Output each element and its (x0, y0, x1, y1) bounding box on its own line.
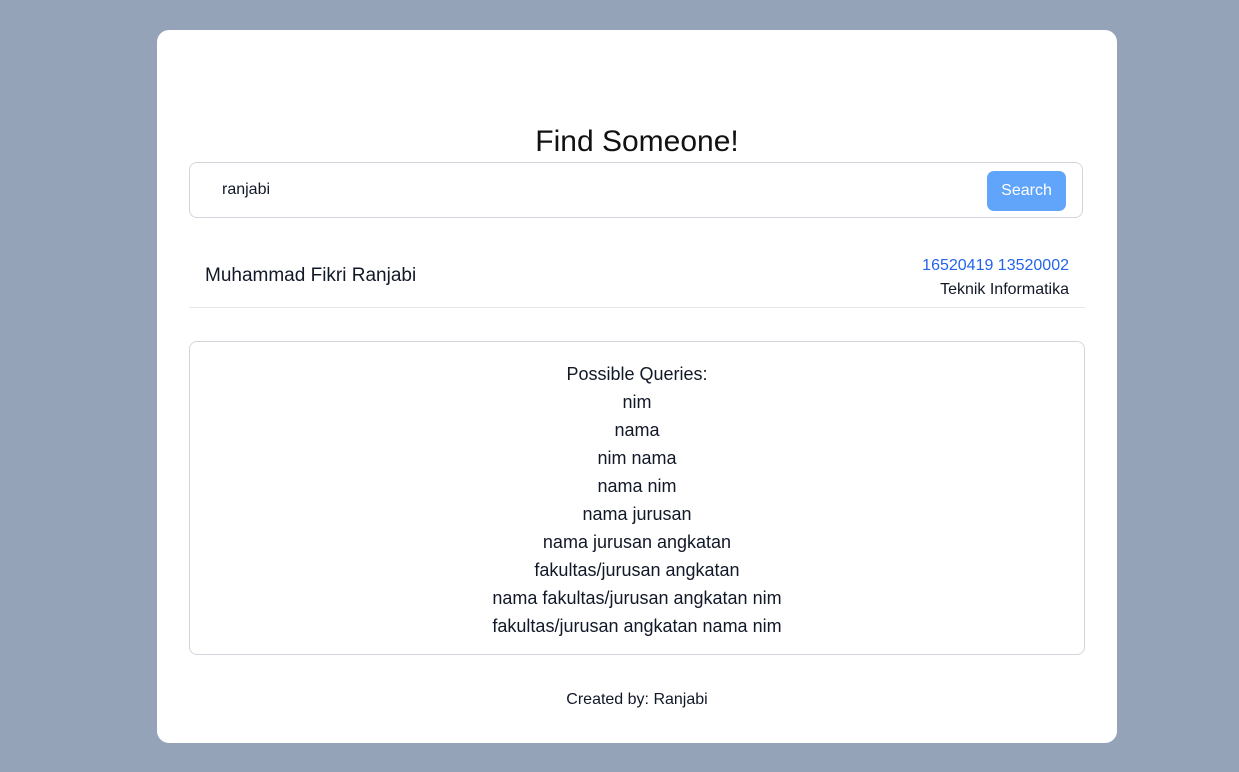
possible-queries-panel: Possible Queries: nim nama nim nama nama… (189, 341, 1085, 655)
query-item: nama jurusan (582, 504, 692, 524)
main-card: Find Someone! Search Muhammad Fikri Ranj… (157, 30, 1117, 743)
result-nims[interactable]: 16520419 13520002 (922, 254, 1069, 278)
search-input[interactable] (208, 171, 996, 209)
query-item: nama (614, 420, 660, 440)
query-item: nama nim (597, 476, 677, 496)
footer-credit: Created by: Ranjabi (566, 691, 708, 708)
query-item: nim (622, 392, 652, 412)
query-item: nama jurusan angkatan (542, 532, 732, 552)
query-item: nama fakultas/jurusan angkatan nim (492, 588, 782, 608)
search-button[interactable]: Search (987, 171, 1066, 211)
query-item: fakultas/jurusan angkatan (534, 560, 740, 580)
result-major: Teknik Informatika (940, 281, 1069, 298)
result-row[interactable]: Muhammad Fikri Ranjabi 16520419 13520002… (189, 242, 1085, 308)
possible-queries-title: Possible Queries: (566, 364, 708, 384)
page-title: Find Someone! (535, 125, 739, 158)
result-name: Muhammad Fikri Ranjabi (205, 265, 417, 286)
result-meta: 16520419 13520002 Teknik Informatika (922, 254, 1069, 302)
search-bar: Search (189, 162, 1083, 218)
query-item: fakultas/jurusan angkatan nama nim (492, 616, 782, 636)
query-item: nim nama (597, 448, 677, 468)
query-list: nim nama nim nama nama nim nama jurusan … (190, 388, 1084, 640)
